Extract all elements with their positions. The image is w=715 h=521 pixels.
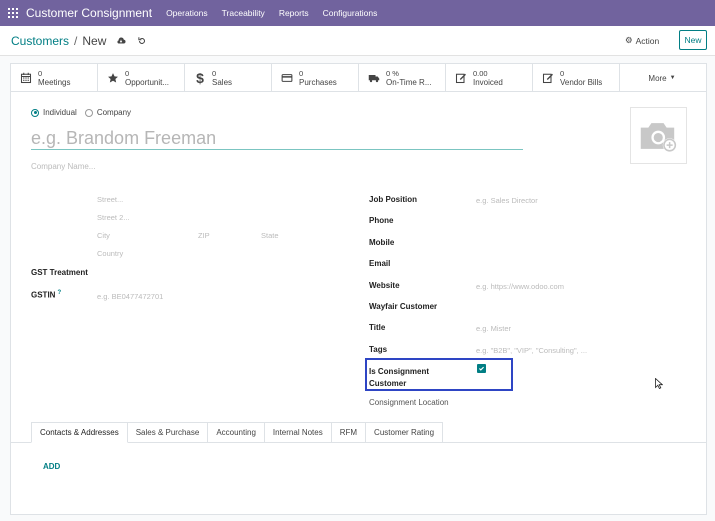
radio-company[interactable] <box>84 108 93 117</box>
vendor-bills-button[interactable]: 0 Vendor Bills <box>533 64 620 92</box>
gstin-input[interactable]: e.g. BE0477472701 <box>97 292 163 301</box>
street2-input[interactable]: Street 2... <box>97 213 130 222</box>
is-consignment-label-line1: Is Consignment <box>369 367 430 376</box>
control-panel: Customers / New ⚙ Action New <box>0 26 715 56</box>
caret-down-icon: ▼ <box>669 75 676 81</box>
website-input[interactable]: e.g. https://www.odoo.com <box>476 282 564 291</box>
consignment-location-label: Consignment Location <box>369 398 449 407</box>
add-contact-link[interactable]: ADD <box>43 462 60 471</box>
company-name-input[interactable]: Company Name... <box>31 162 95 171</box>
purchases-button[interactable]: 0 Purchases <box>272 64 359 92</box>
website-label: Website <box>369 281 400 290</box>
truck-icon <box>368 72 380 84</box>
vendor-bills-label: Vendor Bills <box>560 78 603 87</box>
tab-rfm[interactable]: RFM <box>331 422 367 443</box>
action-label: Action <box>635 35 660 46</box>
meetings-label: Meetings <box>38 78 71 87</box>
credit-card-icon <box>281 72 293 84</box>
meetings-button[interactable]: 0 Meetings <box>11 64 98 92</box>
tab-sales-purchase[interactable]: Sales & Purchase <box>127 422 209 443</box>
edit-icon <box>455 72 467 84</box>
gear-icon: ⚙ <box>625 35 633 45</box>
invoiced-amount: 0.00 <box>473 69 488 78</box>
gst-treatment-label: GST Treatment <box>31 268 88 277</box>
more-button[interactable]: More ▼ <box>620 64 704 92</box>
phone-label: Phone <box>369 216 394 225</box>
gstin-help-icon[interactable]: ? <box>57 290 61 296</box>
title-label: Title <box>369 323 386 332</box>
breadcrumb-current: New <box>82 33 107 48</box>
avatar-upload[interactable] <box>630 107 687 164</box>
opportunities-button[interactable]: 0 Opportunit... <box>98 64 185 92</box>
tags-label: Tags <box>369 345 388 354</box>
sales-count: 0 <box>212 69 217 78</box>
title-select[interactable]: e.g. Mister <box>476 324 511 333</box>
radio-company-label[interactable]: Company <box>97 108 131 117</box>
tab-internal-notes[interactable]: Internal Notes <box>264 422 332 443</box>
wayfair-customer-label: Wayfair Customer <box>369 302 438 311</box>
is-consignment-label: Is Consignment Customer <box>369 366 429 390</box>
gstin-label-text: GSTIN <box>31 290 56 300</box>
more-label: More <box>648 73 667 83</box>
discard-undo-icon[interactable] <box>136 35 148 47</box>
meetings-count: 0 <box>38 69 43 78</box>
tab-customer-rating[interactable]: Customer Rating <box>366 422 444 443</box>
smart-button-box: 0 Meetings 0 Opportunit... $ 0 Sales 0 Purch… <box>11 64 706 92</box>
form-sheet: 0 Meetings 0 Opportunit... $ 0 Sales 0 Purch… <box>10 63 707 515</box>
on-time-rate-value: 0 % <box>386 69 399 78</box>
new-button[interactable]: New <box>679 30 707 50</box>
is-consignment-label-line2: Customer <box>369 379 407 388</box>
on-time-rate-button[interactable]: 0 % On-Time R... <box>359 64 446 92</box>
radio-individual[interactable] <box>31 108 39 117</box>
radio-individual-label[interactable]: Individual <box>43 108 77 117</box>
is-consignment-checkbox[interactable] <box>477 364 486 373</box>
breadcrumb-customers[interactable]: Customers <box>11 34 69 48</box>
menu-reports[interactable]: Reports <box>279 8 309 18</box>
company-type-selector: Individual Company <box>31 108 139 117</box>
purchases-count: 0 <box>299 69 304 78</box>
country-select[interactable]: Country <box>97 249 123 258</box>
city-input[interactable]: City <box>97 231 110 240</box>
mobile-label: Mobile <box>369 238 395 247</box>
apps-menu-icon[interactable] <box>8 8 18 18</box>
opportunities-label: Opportunit... <box>125 78 170 87</box>
sales-button[interactable]: $ 0 Sales <box>185 64 272 92</box>
purchases-label: Purchases <box>299 78 337 87</box>
opportunities-count: 0 <box>125 69 130 78</box>
menu-configurations[interactable]: Configurations <box>323 8 378 18</box>
on-time-rate-label: On-Time R... <box>386 78 432 87</box>
vendor-bills-count: 0 <box>560 69 565 78</box>
tab-accounting[interactable]: Accounting <box>208 422 265 443</box>
calendar-icon <box>20 72 32 84</box>
tab-contacts-addresses[interactable]: Contacts & Addresses <box>31 422 128 443</box>
breadcrumb-separator: / <box>74 33 78 48</box>
app-title[interactable]: Customer Consignment <box>26 6 152 20</box>
cloud-save-icon[interactable] <box>115 35 127 47</box>
menu-operations[interactable]: Operations <box>166 8 208 18</box>
checkmark-icon <box>479 366 484 371</box>
invoiced-button[interactable]: 0.00 Invoiced <box>446 64 533 92</box>
street-input[interactable]: Street... <box>97 195 123 204</box>
sales-label: Sales <box>212 78 233 87</box>
invoiced-label: Invoiced <box>473 78 503 87</box>
edit-icon <box>542 72 554 84</box>
job-position-label: Job Position <box>369 195 417 204</box>
dollar-icon: $ <box>196 70 204 86</box>
name-input[interactable] <box>31 128 523 150</box>
notebook-tabs: Contacts & Addresses Sales & Purchase Ac… <box>31 422 444 443</box>
state-select[interactable]: State <box>261 231 279 240</box>
email-label: Email <box>369 259 391 268</box>
mouse-cursor-icon <box>655 378 663 389</box>
star-icon <box>107 72 119 84</box>
job-position-input[interactable]: e.g. Sales Director <box>476 196 538 205</box>
gstin-label: GSTIN? <box>31 290 61 300</box>
tags-input[interactable]: e.g. "B2B", "VIP", "Consulting", ... <box>476 346 587 355</box>
top-navbar: Customer Consignment Operations Traceabi… <box>0 0 715 26</box>
zip-input[interactable]: ZIP <box>198 231 210 240</box>
camera-plus-icon <box>640 122 676 152</box>
menu-traceability[interactable]: Traceability <box>222 8 265 18</box>
action-button[interactable]: ⚙ Action <box>625 35 659 46</box>
